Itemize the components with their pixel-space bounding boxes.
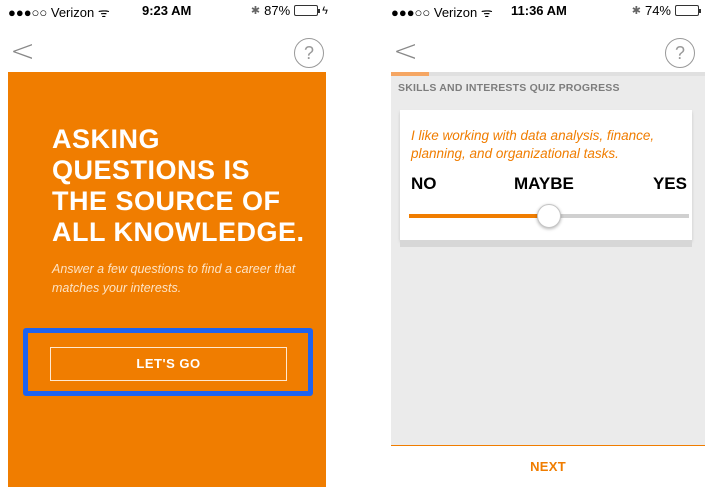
nav-bar: < ? bbox=[383, 32, 705, 72]
bluetooth-icon: ✱ bbox=[250, 5, 261, 17]
answer-scale: NO MAYBE YES bbox=[411, 174, 687, 198]
battery-indicator: ✱ 74% bbox=[631, 3, 701, 18]
question-card: I like working with data analysis, finan… bbox=[400, 110, 692, 240]
battery-icon bbox=[675, 5, 701, 16]
back-chevron-icon[interactable]: < bbox=[10, 32, 35, 72]
phone-screen-welcome: ●●●○○ Verizon ᯤ 9:23 AM ✱ 87% ϟ < ? ASKI… bbox=[0, 0, 334, 487]
status-bar: ●●●○○ Verizon ᯤ 11:36 AM ✱ 74% bbox=[383, 0, 705, 20]
choice-maybe-label: MAYBE bbox=[514, 174, 574, 193]
battery-indicator: ✱ 87% ϟ bbox=[251, 3, 328, 18]
headline-line: QUESTIONS IS bbox=[52, 155, 251, 185]
back-chevron-icon[interactable]: < bbox=[393, 32, 418, 72]
help-icon[interactable]: ? bbox=[665, 38, 695, 68]
battery-percent: 87% bbox=[264, 3, 291, 18]
carrier-label: ●●●○○ Verizon ᯤ bbox=[391, 5, 493, 20]
answer-slider[interactable] bbox=[409, 204, 689, 228]
lets-go-button[interactable]: LET'S GO bbox=[50, 347, 287, 381]
phone-screen-quiz: ●●●○○ Verizon ᯤ 11:36 AM ✱ 74% < ? SKILL… bbox=[383, 0, 705, 487]
welcome-card: ASKING QUESTIONS IS THE SOURCE OF ALL KN… bbox=[8, 72, 326, 487]
headline: ASKING QUESTIONS IS THE SOURCE OF ALL KN… bbox=[52, 124, 322, 248]
battery-percent: 74% bbox=[644, 3, 671, 18]
quiz-area: SKILLS AND INTERESTS QUIZ PROGRESS I lik… bbox=[391, 72, 705, 445]
choice-no-label: NO bbox=[411, 174, 437, 193]
headline-line: ASKING bbox=[52, 124, 161, 154]
quiz-progress-label: SKILLS AND INTERESTS QUIZ PROGRESS bbox=[398, 82, 620, 94]
slider-fill bbox=[409, 214, 549, 218]
subtitle: Answer a few questions to find a career … bbox=[52, 262, 296, 295]
status-time: 9:23 AM bbox=[142, 3, 192, 18]
carrier-label: ●●●○○ Verizon ᯤ bbox=[8, 5, 110, 20]
question-text: I like working with data analysis, finan… bbox=[411, 128, 655, 161]
next-button[interactable]: NEXT bbox=[391, 445, 705, 487]
card-shadow-edge bbox=[400, 240, 692, 247]
charging-icon: ϟ bbox=[322, 4, 328, 17]
headline-line: THE SOURCE OF bbox=[52, 186, 281, 216]
battery-icon bbox=[294, 5, 321, 16]
status-bar: ●●●○○ Verizon ᯤ 9:23 AM ✱ 87% ϟ bbox=[0, 0, 334, 20]
quiz-progress-fill bbox=[391, 72, 429, 76]
headline-line: ALL KNOWLEDGE. bbox=[52, 217, 305, 247]
slider-thumb[interactable] bbox=[537, 204, 561, 228]
quiz-progress-bar bbox=[391, 72, 705, 76]
status-time: 11:36 AM bbox=[511, 3, 567, 18]
nav-bar: < ? bbox=[0, 32, 334, 72]
bluetooth-icon: ✱ bbox=[631, 5, 641, 17]
help-icon[interactable]: ? bbox=[294, 38, 324, 68]
choice-yes-label: YES bbox=[652, 174, 687, 193]
